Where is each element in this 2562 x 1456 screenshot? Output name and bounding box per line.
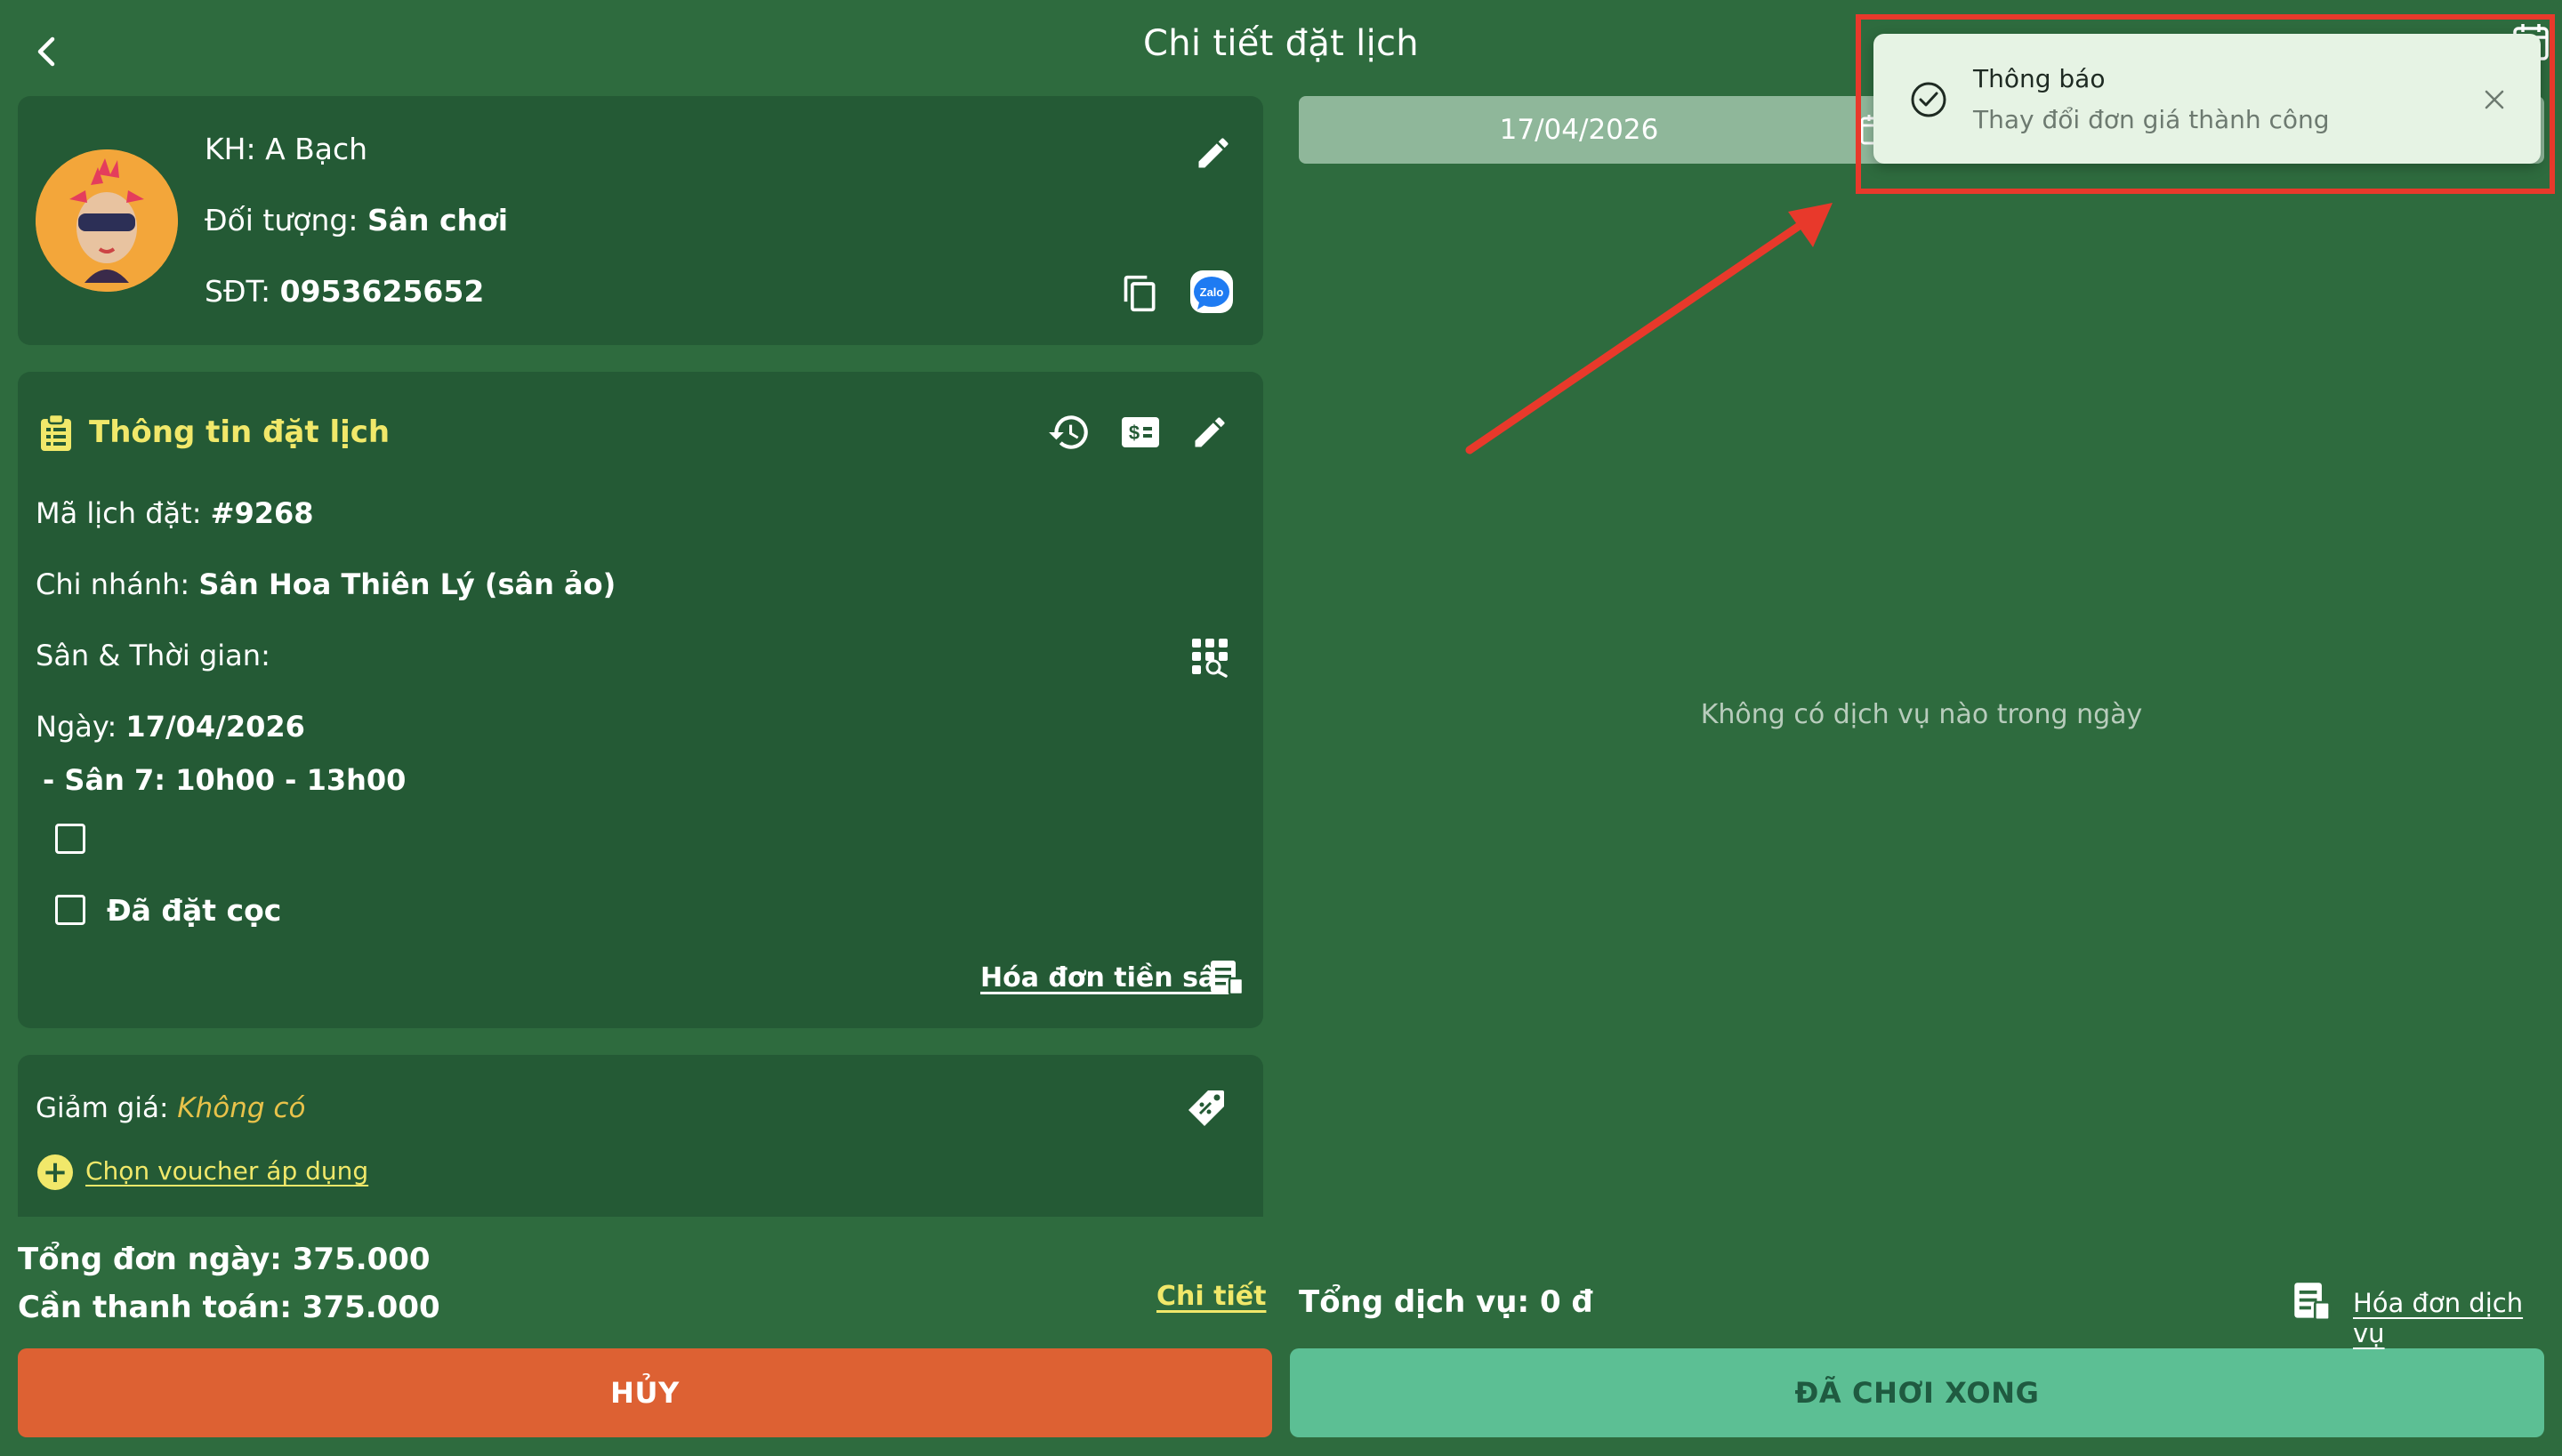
unlabeled-checkbox[interactable] [55, 824, 85, 854]
court-invoice-link[interactable]: Hóa đơn tiền sân [980, 962, 1236, 993]
customer-type: Đối tượng: Sân chơi [205, 203, 508, 237]
clipboard-icon [36, 413, 77, 454]
discount-line: Giảm giá: Không có [36, 1092, 305, 1124]
detail-link[interactable]: Chi tiết [1156, 1281, 1266, 1312]
booking-slot: - Sân 7: 10h00 - 13h00 [43, 763, 407, 797]
service-date: 17/04/2026 [1499, 114, 1659, 146]
booking-code-value: #9268 [210, 496, 314, 530]
to-pay-value: 375.000 [302, 1290, 440, 1325]
day-total-value: 375.000 [292, 1242, 431, 1277]
booking-date: Ngày: 17/04/2026 [36, 710, 305, 744]
check-circle-icon [1909, 80, 1948, 119]
zalo-icon: Zalo [1190, 270, 1233, 313]
customer-card: KH: A Bạch Đối tượng: Sân chơi SĐT: 0953… [18, 96, 1263, 345]
day-total: Tổng đơn ngày: 375.000 [18, 1242, 431, 1277]
to-pay-label: Cần thanh toán: [18, 1290, 292, 1325]
booking-code-label: Mã lịch đặt: [36, 496, 202, 530]
court-grid-search-button[interactable] [1183, 630, 1237, 683]
discount-value: Không có [177, 1092, 306, 1124]
service-invoice-icon [2290, 1279, 2334, 1323]
notification-title: Thông báo [1973, 64, 2106, 93]
deposit-label: Đã đặt cọc [107, 893, 282, 928]
discount-label: Giảm giá: [36, 1092, 169, 1124]
customer-phone-label: SĐT: [205, 274, 271, 309]
booking-branch: Chi nhánh: Sân Hoa Thiên Lý (sân ảo) [36, 567, 616, 601]
app-root: Chi tiết đặt lịch KH: A Bạch Đối tượng: [0, 0, 2562, 1456]
edit-booking-button[interactable] [1183, 406, 1237, 459]
customer-name: KH: A Bạch [205, 132, 367, 166]
svg-text:$: $ [1129, 422, 1140, 444]
choose-voucher-link[interactable]: Chọn voucher áp dụng [85, 1156, 368, 1186]
booking-code: Mã lịch đặt: #9268 [36, 496, 314, 530]
services-total-value: 0 đ [1539, 1284, 1593, 1320]
booking-section-title: Thông tin đặt lịch [89, 414, 391, 450]
discount-tag-icon [1188, 1090, 1224, 1126]
customer-name-value: A Bạch [265, 132, 368, 166]
history-button[interactable] [1043, 406, 1096, 459]
avatar [36, 149, 178, 292]
to-pay-total: Cần thanh toán: 375.000 [18, 1290, 440, 1325]
booking-branch-value: Sân Hoa Thiên Lý (sân ảo) [198, 567, 616, 601]
customer-type-value: Sân chơi [367, 203, 509, 237]
edit-customer-button[interactable] [1188, 128, 1238, 178]
booking-date-label: Ngày: [36, 710, 117, 744]
day-total-label: Tổng đơn ngày: [18, 1242, 282, 1277]
customer-phone-value: 0953625652 [279, 274, 485, 309]
service-invoice-link[interactable]: Hóa đơn dịch vụ [2353, 1288, 2562, 1348]
copy-phone-button[interactable] [1116, 269, 1165, 318]
add-voucher-icon[interactable]: + [37, 1154, 73, 1190]
deposit-checkbox[interactable] [55, 895, 85, 925]
discount-tag-button[interactable] [1180, 1082, 1233, 1135]
services-total: Tổng dịch vụ: 0 đ [1299, 1284, 1593, 1320]
copy-icon [1124, 275, 1156, 312]
annotation-arrow-icon [1465, 203, 1833, 454]
services-total-label: Tổng dịch vụ: [1299, 1284, 1530, 1320]
avatar-illustration-icon [36, 149, 178, 292]
notification-message: Thay đổi đơn giá thành công [1973, 105, 2330, 134]
history-icon [1049, 415, 1088, 449]
customer-type-label: Đối tượng: [205, 203, 359, 237]
customer-name-label: KH: [205, 132, 256, 166]
grid-search-icon [1192, 639, 1228, 678]
price-button[interactable]: $ [1114, 406, 1167, 459]
pencil-icon [1198, 138, 1229, 168]
cancel-button[interactable]: HỦY [18, 1348, 1272, 1437]
close-icon [2485, 90, 2504, 109]
zalo-label: Zalo [1200, 286, 1224, 299]
finished-playing-button[interactable]: ĐÃ CHƠI XONG [1290, 1348, 2544, 1437]
zalo-button[interactable]: Zalo [1185, 265, 1238, 318]
booking-info-card: Thông tin đặt lịch $ Mã lịch đặt: #9268 … [18, 372, 1263, 1028]
empty-services-message: Không có dịch vụ nào trong ngày [1700, 699, 2143, 730]
customer-phone: SĐT: 0953625652 [205, 274, 484, 309]
notification-toast: Thông báo Thay đổi đơn giá thành công [1873, 34, 2541, 164]
pencil-icon [1195, 417, 1225, 447]
court-time-label: Sân & Thời gian: [36, 639, 270, 672]
invoice-icon [1206, 957, 1247, 998]
booking-date-value: 17/04/2026 [125, 710, 305, 744]
close-notification-button[interactable] [2478, 84, 2510, 116]
price-tag-icon: $ [1122, 417, 1159, 447]
booking-branch-label: Chi nhánh: [36, 567, 190, 601]
discount-card: Giảm giá: Không có + Chọn voucher áp dụn… [18, 1055, 1263, 1217]
